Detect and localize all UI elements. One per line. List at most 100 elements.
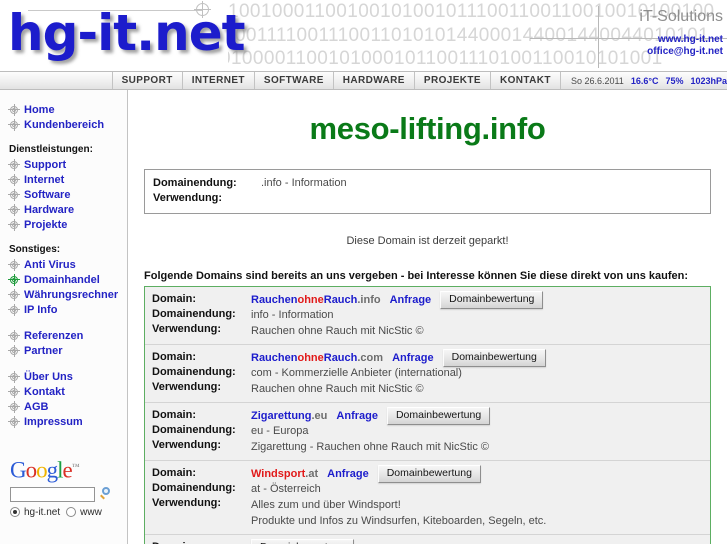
sidebar-item-partner[interactable]: Partner [0,343,127,358]
sidebar-item-support[interactable]: Support [0,157,127,172]
label-domain: Domain: [152,351,196,363]
sidebar-item-agb[interactable]: AGB [0,399,127,414]
google-search-widget: Google™ hg-it.net www [0,455,127,518]
nav-item-hardware[interactable]: HARDWARE [334,72,415,89]
row-values: RauchenohneRauch.com Anfrage Domainbewer… [251,348,710,397]
google-logo: Google™ [10,455,127,482]
nav-left-spacer [0,72,113,89]
nav-item-software[interactable]: SOFTWARE [255,72,334,89]
label-ending: Domainendung: [152,424,236,436]
sidebar-item-referenzen[interactable]: Referenzen [0,328,127,343]
target-icon [8,258,20,271]
domain-usage-text: Produkte und Infos zu Windsurfen, Kitebo… [251,515,547,527]
sidebar-item-label: Impressum [24,415,83,428]
domainbewertung-button[interactable]: Domainbewertung [442,348,546,367]
sidebar-item-label: IP Info [24,303,58,316]
weather-date: So 26.6.2011 [570,75,624,86]
sidebar-item-kontakt[interactable]: Kontakt [0,384,127,399]
anfrage-link[interactable]: Anfrage [336,410,378,422]
sidebar-item-waehrungsrechner[interactable]: Währungsrechner [0,287,127,302]
sidebar-item-label: Anti Virus [24,258,76,271]
sidebar-item-internet[interactable]: Internet [0,172,127,187]
sidebar-item-impressum[interactable]: Impressum [0,414,127,429]
sidebar-item-ip-info[interactable]: IP Info [0,302,127,317]
weather-status-bar: So 26.6.2011 16.6°C 75% 1023hPa [561,72,727,89]
label-domain: Domain: [152,409,196,421]
sidebar-item-label: Referenzen [24,329,84,342]
label-ending: Domainendung: [152,308,236,320]
sidebar-item-hardware[interactable]: Hardware [0,202,127,217]
row-labels: Domain: Domainendung: Verwendung: [145,408,251,455]
sidebar-item-label: Internet [24,173,65,186]
domain-name[interactable]: Zigarettung.eu [251,410,327,422]
weather-pressure: 1023hPa [690,75,727,86]
table-row: Domain: Domainendung: Verwendung: Windsp… [145,461,710,535]
available-domains-table: Domain: Domainendung: Verwendung: Rauche… [144,286,711,544]
domain-usage-text: Alles zum und über Windsport! [251,499,401,511]
nav-item-kontakt[interactable]: KONTAKT [491,72,561,89]
table-row: Domain: Domainendung: Verwendung: Rauche… [145,345,710,403]
sidebar-item-label: Partner [24,344,63,357]
email-link[interactable]: office@hg-it.net [639,46,723,58]
domain-name[interactable]: Windsport.at [251,468,318,480]
page-root: 1001000110010010100101110011001100100101… [0,0,727,545]
anfrage-link[interactable]: Anfrage [390,294,432,306]
domainbewertung-button[interactable]: Domainbewertung [440,290,544,309]
target-icon [8,118,20,131]
nav-item-support[interactable]: SUPPORT [113,72,183,89]
nav-item-projekte[interactable]: PROJEKTE [415,72,491,89]
target-icon [8,188,20,201]
sidebar-item-label: Währungsrechner [24,288,119,301]
sidebar-item-label: Kundenbereich [24,118,105,131]
target-icon [8,103,20,116]
domainbewertung-button[interactable]: Domainbewertung [386,406,491,425]
sidebar-item-home[interactable]: Home [0,102,127,117]
main-navigation: SUPPORT INTERNET SOFTWARE HARDWARE PROJE… [0,71,727,90]
google-search-input[interactable] [10,486,95,502]
row-labels: Domain: Domainendung: Verwendung: [145,540,251,544]
table-row: Domain: Domainendung: Verwendung: Rauche… [145,287,710,345]
magnifier-icon[interactable] [99,487,113,501]
domainbewertung-button[interactable]: Domainbewertung [377,464,481,483]
radio-scope-web[interactable]: www [66,507,102,518]
target-icon [8,303,20,316]
radio-label: hg-it.net [24,506,61,518]
sidebar-item-ueber-uns[interactable]: Über Uns [0,369,127,384]
google-letter: e [62,457,73,483]
info-label: Domainendung: [153,177,237,189]
radio-label: www [80,506,102,518]
sidebar-item-projekte[interactable]: Projekte [0,217,127,232]
domain-name[interactable]: RauchenohneRauch.com [251,352,383,364]
sidebar-item-label: Home [24,103,55,116]
sidebar-item-label: Domainhandel [24,273,100,286]
sidebar-item-label: Support [24,158,67,171]
label-domain: Domain: [152,467,196,479]
info-row-ending: Domainendung: .info - Information [153,176,702,191]
domain-line: Windsport.at Anfrage Domainbewertung [251,464,704,483]
parked-notice: Diese Domain ist derzeit geparkt! [346,235,509,247]
site-logo[interactable]: hg-it.net [8,4,246,62]
target-icon [8,329,20,342]
anfrage-link[interactable]: Anfrage [392,352,434,364]
sidebar-item-kundenbereich[interactable]: Kundenbereich [0,117,127,132]
radio-icon-selected [10,507,20,518]
header-vertical-rule [598,6,599,68]
website-link[interactable]: www.hg-it.net [639,34,723,46]
sidebar-item-software[interactable]: Software [0,187,127,202]
sidebar-item-anti-virus[interactable]: Anti Virus [0,257,127,272]
nav-item-internet[interactable]: INTERNET [183,72,255,89]
radio-scope-site[interactable]: hg-it.net [10,507,60,518]
sidebar-item-domainhandel[interactable]: Domainhandel [0,272,127,287]
row-values: Zigarettung.eu Anfrage Domainbewertung e… [251,406,710,455]
anfrage-link[interactable]: Anfrage [327,468,369,480]
domain-ending-text: com - Kommerzielle Anbieter (internation… [251,367,462,379]
domain-name[interactable]: RauchenohneRauch.info [251,294,381,306]
label-usage: Verwendung: [152,439,222,451]
domainbewertung-button[interactable]: Domainbewertung [251,538,355,544]
target-icon [8,288,20,301]
domain-ending-text: at - Österreich [251,483,321,495]
target-icon [8,385,20,398]
row-values: Domainbewertung [251,538,710,544]
google-letter: G [10,457,27,483]
